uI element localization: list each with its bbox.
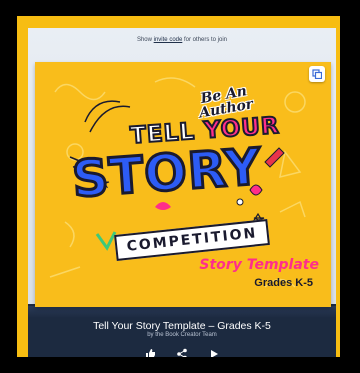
invite-prefix: Show (136, 37, 154, 43)
play-icon (211, 350, 219, 357)
duplicate-button[interactable] (309, 66, 325, 82)
book-actions (28, 347, 336, 357)
copy-icon (312, 69, 322, 79)
play-button[interactable] (208, 347, 220, 357)
like-button[interactable] (144, 347, 156, 357)
book-shadow (28, 306, 336, 318)
invite-hint: Show invite code for others to join (28, 36, 336, 44)
grades-label: Grades K-5 (254, 277, 313, 289)
book-title: Tell Your Story Template – Grades K-5 (93, 320, 271, 332)
book-viewer: Show invite code for others to join Be A… (28, 28, 336, 357)
invite-code-link[interactable]: invite code (154, 37, 183, 43)
like-icon (145, 349, 155, 357)
story-template-label: Story Template (199, 257, 319, 273)
invite-suffix: for others to join (182, 37, 228, 43)
share-button[interactable] (176, 347, 188, 357)
book-byline: by the Book Creator Team (147, 332, 217, 338)
share-icon (177, 348, 187, 357)
book-cover[interactable]: Be An Author TELL YOUR STORY COMPETITION… (35, 62, 331, 307)
